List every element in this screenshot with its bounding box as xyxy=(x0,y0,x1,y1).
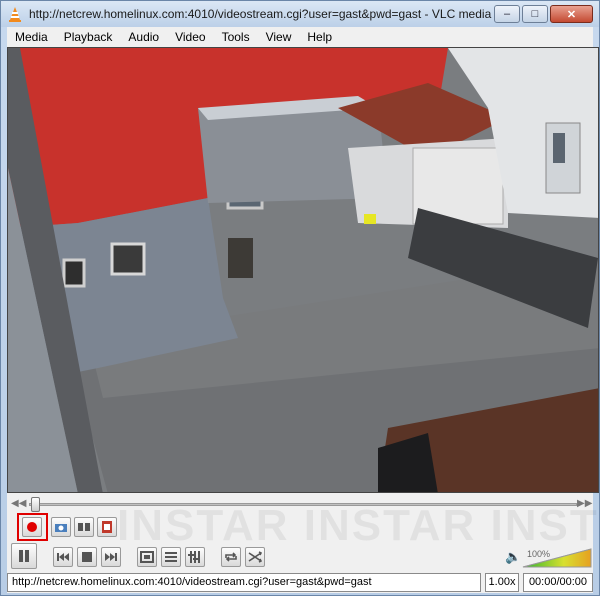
previous-button[interactable] xyxy=(53,547,73,567)
shuffle-button[interactable] xyxy=(245,547,265,567)
close-button[interactable]: ✕ xyxy=(550,5,593,23)
watermark-text: INSTAR INSTAR INST xyxy=(117,501,599,550)
playlist-icon xyxy=(165,552,177,562)
menu-help[interactable]: Help xyxy=(299,27,340,47)
vlc-window: http://netcrew.homelinux.com:4010/videos… xyxy=(0,0,600,596)
menu-bar: Media Playback Audio Video Tools View He… xyxy=(7,27,593,47)
film-frame-icon xyxy=(102,521,112,533)
record-icon xyxy=(27,522,37,532)
title-bar[interactable]: http://netcrew.homelinux.com:4010/videos… xyxy=(1,1,599,27)
window-title: http://netcrew.homelinux.com:4010/videos… xyxy=(29,7,494,21)
stop-button[interactable] xyxy=(77,547,97,567)
window-controls: – □ ✕ xyxy=(494,5,593,23)
minimize-button[interactable]: – xyxy=(494,5,520,23)
next-button[interactable] xyxy=(101,547,121,567)
stop-icon xyxy=(82,552,92,562)
menu-playback[interactable]: Playback xyxy=(56,27,121,47)
extended-settings-button[interactable] xyxy=(185,547,205,567)
menu-view[interactable]: View xyxy=(258,27,300,47)
fullscreen-button[interactable] xyxy=(137,547,157,567)
fullscreen-icon xyxy=(140,551,154,563)
skip-next-icon xyxy=(105,553,117,561)
elapsed-time[interactable]: 00:00/00:00 xyxy=(523,573,593,592)
playlist-button[interactable] xyxy=(161,547,181,567)
camera-frame xyxy=(8,48,598,492)
menu-audio[interactable]: Audio xyxy=(120,27,167,47)
seek-back-icon: ◀◀ xyxy=(11,498,27,509)
shuffle-icon xyxy=(248,551,262,563)
menu-tools[interactable]: Tools xyxy=(214,27,258,47)
loop-ab-button[interactable] xyxy=(74,517,94,537)
video-area[interactable] xyxy=(7,47,599,493)
speaker-icon[interactable]: 🔈 xyxy=(505,549,521,565)
loop-ab-icon xyxy=(78,523,90,531)
volume-slider[interactable] xyxy=(521,547,593,569)
menu-video[interactable]: Video xyxy=(167,27,213,47)
pause-icon xyxy=(19,550,29,562)
loop-button[interactable] xyxy=(221,547,241,567)
status-bar: http://netcrew.homelinux.com:4010/videos… xyxy=(7,573,593,592)
snapshot-button[interactable] xyxy=(51,517,71,537)
frame-step-button[interactable] xyxy=(97,517,117,537)
skip-previous-icon xyxy=(57,553,69,561)
vlc-cone-icon xyxy=(9,7,21,22)
record-button[interactable] xyxy=(22,517,42,537)
equalizer-icon xyxy=(188,551,200,563)
menu-media[interactable]: Media xyxy=(7,27,56,47)
pause-button[interactable] xyxy=(11,543,37,569)
status-url: http://netcrew.homelinux.com:4010/videos… xyxy=(7,573,481,592)
maximize-button[interactable]: □ xyxy=(522,5,548,23)
seek-handle[interactable] xyxy=(31,497,40,512)
camera-icon xyxy=(55,524,67,532)
playback-speed[interactable]: 1.00x xyxy=(485,573,519,592)
repeat-icon xyxy=(225,552,237,562)
